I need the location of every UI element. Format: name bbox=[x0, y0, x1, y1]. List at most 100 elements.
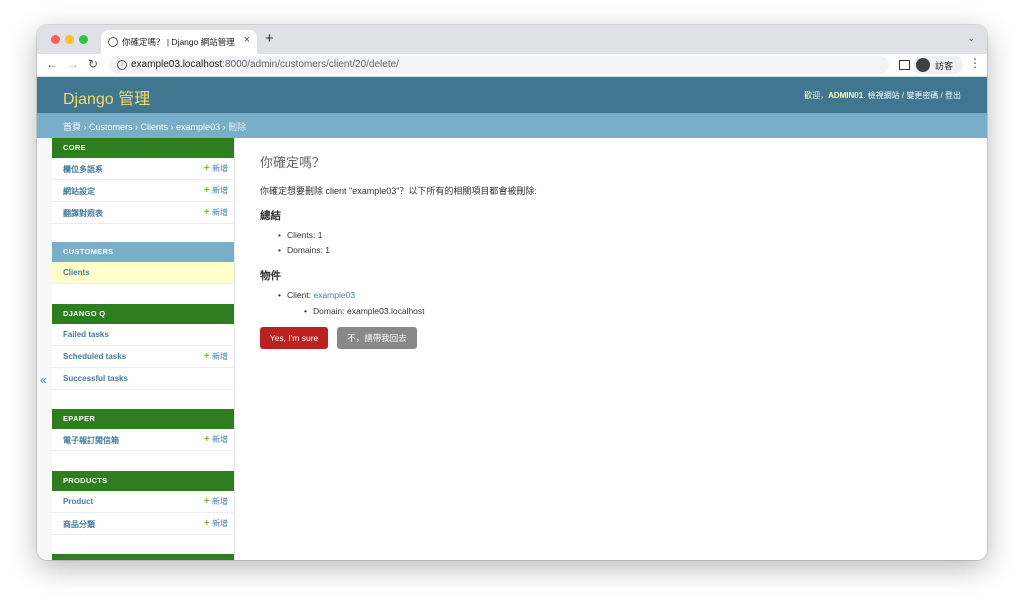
add-label: 新增 bbox=[212, 208, 228, 217]
sidebar-item-label[interactable]: 商品分類 bbox=[63, 519, 95, 530]
add-link[interactable]: + 新增 bbox=[204, 434, 228, 445]
breadcrumb-app[interactable]: Customers bbox=[89, 122, 133, 132]
avatar-icon bbox=[916, 58, 930, 72]
breadcrumb-home[interactable]: 首頁 bbox=[63, 122, 81, 132]
separator: / bbox=[938, 91, 945, 100]
url-host: example03.localhost bbox=[131, 59, 223, 70]
add-icon: + bbox=[203, 496, 210, 507]
module-next bbox=[52, 554, 234, 560]
sidebar-item-label[interactable]: 欄位多語系 bbox=[63, 164, 103, 175]
add-icon: + bbox=[203, 185, 210, 196]
sidebar-item[interactable]: 翻譯對照表 + 新增 bbox=[52, 202, 234, 224]
summary-item: Domains: 1 bbox=[278, 245, 330, 255]
add-label: 新增 bbox=[212, 352, 228, 361]
change-password-link[interactable]: 變更密碼 bbox=[906, 91, 938, 100]
breadcrumb-sep: › bbox=[220, 122, 229, 132]
module-caption[interactable]: EPAPER bbox=[52, 409, 234, 429]
add-icon: + bbox=[203, 351, 210, 362]
sidebar-item-label[interactable]: 網站設定 bbox=[63, 186, 95, 197]
tab-search-icon[interactable]: ⌄ bbox=[967, 33, 975, 44]
breadcrumb-sep: › bbox=[132, 122, 141, 132]
related-object-item: Domain: example03.localhost bbox=[304, 306, 424, 316]
sidebar-item[interactable]: Successful tasks bbox=[52, 368, 234, 390]
url-text[interactable]: example03.localhost:8000/admin/customers… bbox=[131, 59, 399, 70]
sidebar-item-label[interactable]: Failed tasks bbox=[63, 330, 109, 339]
cancel-button[interactable]: 不，請帶我回去 bbox=[337, 327, 417, 349]
breadcrumb-sep: › bbox=[168, 122, 177, 132]
add-link[interactable]: + 新增 bbox=[204, 351, 228, 362]
add-icon: + bbox=[203, 207, 210, 218]
forward-icon[interactable]: → bbox=[67, 57, 79, 71]
sidebar-item-selected[interactable]: Clients bbox=[52, 262, 234, 284]
site-header: Django 管理 歡迎，ADMIN01. 檢視網站 / 變更密碼 / 登出 bbox=[37, 77, 987, 113]
new-tab-button[interactable]: + bbox=[265, 30, 274, 47]
maximize-window-button[interactable] bbox=[79, 35, 88, 44]
add-link[interactable]: + 新增 bbox=[204, 207, 228, 218]
object-item: Client: example03 bbox=[278, 290, 355, 300]
collapse-sidebar-icon[interactable]: « bbox=[40, 373, 47, 387]
site-info-icon[interactable]: i bbox=[117, 60, 127, 70]
summary-heading: 總結 bbox=[260, 210, 281, 222]
module-caption[interactable]: PRODUCTS bbox=[52, 471, 234, 491]
address-bar[interactable]: i example03.localhost:8000/admin/custome… bbox=[109, 56, 889, 74]
module-caption[interactable]: CORE bbox=[52, 138, 234, 158]
browser-menu-icon[interactable]: ⋮ bbox=[969, 56, 981, 70]
module-caption[interactable]: DJANGO Q bbox=[52, 304, 234, 324]
tab-title: 你確定嗎？ | Django 網站管理 bbox=[122, 37, 235, 47]
browser-tab[interactable]: 你確定嗎？ | Django 網站管理 × bbox=[101, 30, 257, 54]
add-link[interactable]: + 新增 bbox=[204, 163, 228, 174]
view-site-link[interactable]: 檢視網站 bbox=[868, 91, 900, 100]
back-icon[interactable]: ← bbox=[46, 57, 58, 71]
sidebar-item[interactable]: 電子報訂閱信箱 + 新增 bbox=[52, 429, 234, 451]
browser-toolbar: ← → ↻ i example03.localhost:8000/admin/c… bbox=[37, 54, 987, 77]
side-panel-icon[interactable] bbox=[899, 60, 910, 70]
close-window-button[interactable] bbox=[51, 35, 60, 44]
toggle-nav-sidebar[interactable]: « bbox=[37, 138, 52, 560]
sidebar-item-label[interactable]: Clients bbox=[63, 268, 90, 277]
sidebar-item[interactable]: Failed tasks bbox=[52, 324, 234, 346]
module-caption-partial bbox=[52, 554, 234, 560]
minimize-window-button[interactable] bbox=[65, 35, 74, 44]
sidebar-item[interactable]: 欄位多語系 + 新增 bbox=[52, 158, 234, 180]
add-link[interactable]: + 新增 bbox=[204, 518, 228, 529]
module-customers: CUSTOMERS Clients bbox=[52, 242, 234, 284]
delete-confirmation: 你確定嗎？ 你確定想要刪除 client "example03"？以下所有的相關… bbox=[260, 138, 960, 560]
globe-icon bbox=[108, 37, 118, 47]
sidebar-item-label[interactable]: 翻譯對照表 bbox=[63, 208, 103, 219]
tab-close-icon[interactable]: × bbox=[244, 34, 250, 46]
module-products: PRODUCTS Product + 新增 商品分類 + 新增 bbox=[52, 471, 234, 535]
object-link[interactable]: example03 bbox=[313, 290, 355, 300]
add-icon: + bbox=[203, 163, 210, 174]
sidebar-item[interactable]: 商品分類 + 新增 bbox=[52, 513, 234, 535]
delete-question: 你確定想要刪除 client "example03"？以下所有的相關項目都會被刪… bbox=[260, 186, 537, 196]
browser-window: 你確定嗎？ | Django 網站管理 × + ⌄ ← → ↻ i exampl… bbox=[37, 25, 987, 560]
add-link[interactable]: + 新增 bbox=[204, 496, 228, 507]
sidebar-item[interactable]: 網站設定 + 新增 bbox=[52, 180, 234, 202]
sidebar-item-label[interactable]: 電子報訂閱信箱 bbox=[63, 435, 119, 446]
module-epaper: EPAPER 電子報訂閱信箱 + 新增 bbox=[52, 409, 234, 451]
sidebar-item[interactable]: Scheduled tasks + 新增 bbox=[52, 346, 234, 368]
breadcrumb-model[interactable]: Clients bbox=[141, 122, 169, 132]
sidebar-item-label[interactable]: Product bbox=[63, 497, 93, 506]
nav-sidebar: CORE 欄位多語系 + 新增 網站設定 + 新增 翻譯對照表 + 新增 CUSTOM… bbox=[52, 138, 235, 560]
sidebar-item-label[interactable]: Scheduled tasks bbox=[63, 352, 126, 361]
profile-label: 訪客 bbox=[935, 61, 954, 71]
module-core: CORE 欄位多語系 + 新增 網站設定 + 新增 翻譯對照表 + 新增 bbox=[52, 138, 234, 224]
object-prefix: Client: bbox=[287, 290, 314, 300]
url-path: :8000/admin/customers/client/20/delete/ bbox=[222, 59, 399, 70]
add-link[interactable]: + 新增 bbox=[204, 185, 228, 196]
add-icon: + bbox=[203, 518, 210, 529]
sidebar-item[interactable]: Product + 新增 bbox=[52, 491, 234, 513]
add-label: 新增 bbox=[212, 519, 228, 528]
site-branding[interactable]: Django 管理 bbox=[63, 85, 150, 109]
confirm-delete-button[interactable]: Yes, I'm sure bbox=[260, 327, 328, 349]
welcome-text: 歡迎， bbox=[804, 91, 829, 100]
add-label: 新增 bbox=[212, 435, 228, 444]
reload-icon[interactable]: ↻ bbox=[88, 57, 98, 71]
breadcrumb-object[interactable]: example03 bbox=[176, 122, 220, 132]
logout-link[interactable]: 登出 bbox=[945, 91, 961, 100]
module-caption[interactable]: CUSTOMERS bbox=[52, 242, 234, 262]
sidebar-item-label[interactable]: Successful tasks bbox=[63, 374, 128, 383]
profile-button[interactable]: 訪客 bbox=[913, 56, 963, 74]
module-django-q: DJANGO Q Failed tasks Scheduled tasks + 新… bbox=[52, 304, 234, 390]
